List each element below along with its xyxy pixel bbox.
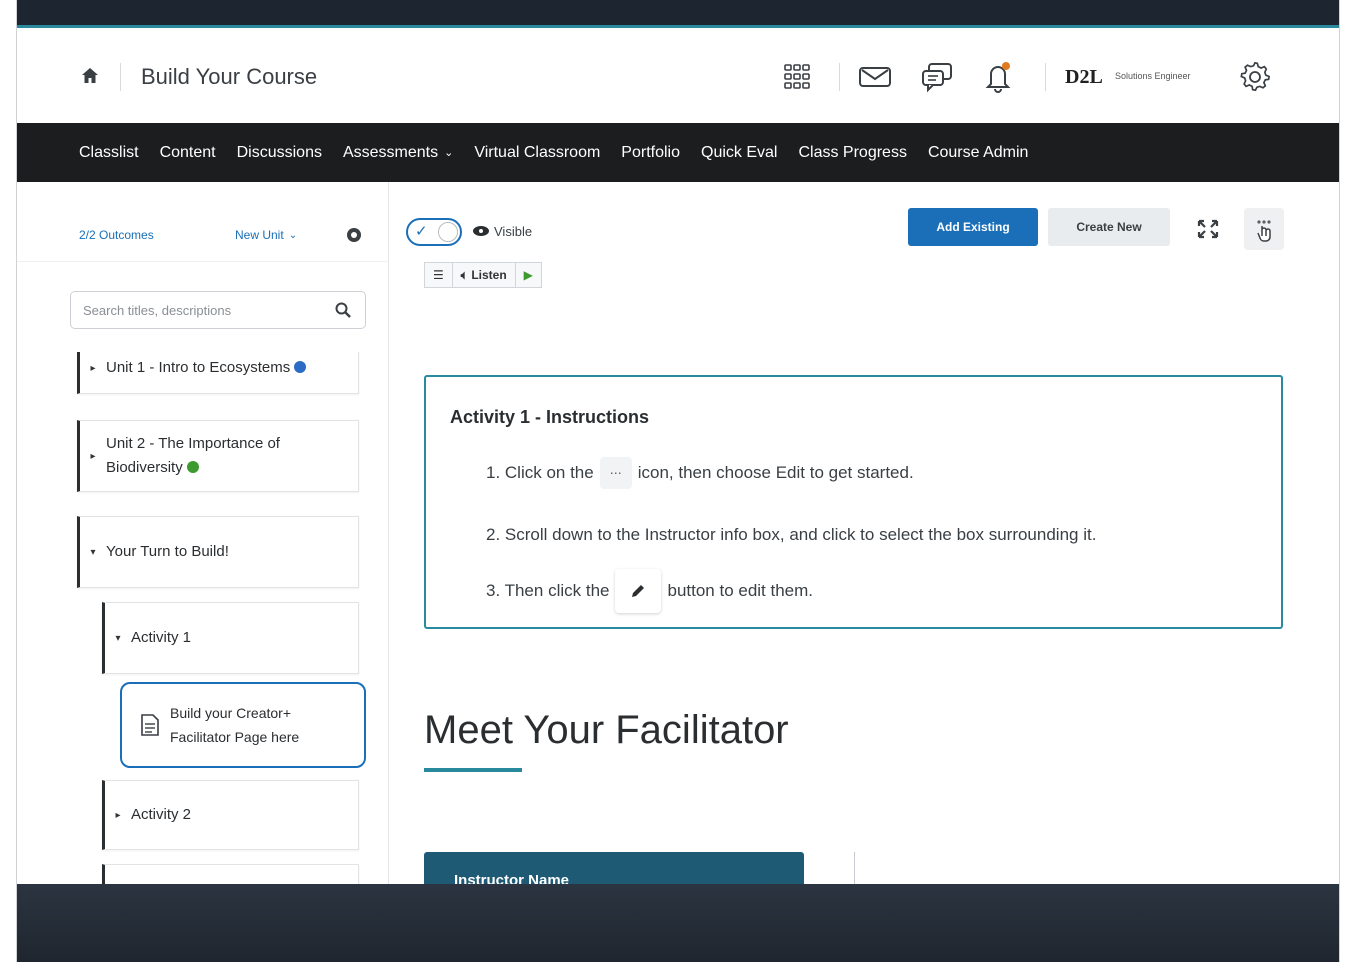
heading-underline	[424, 768, 522, 772]
tree-item-label: Unit 1 - Intro to Ecosystems	[106, 356, 307, 380]
check-icon: ✓	[415, 223, 428, 240]
collapse-arrow-icon[interactable]: ▾	[105, 633, 131, 644]
eye-icon	[472, 224, 490, 238]
nav-classlist[interactable]: Classlist	[79, 144, 139, 162]
tree-item-label: Activity 2	[131, 806, 192, 823]
instructions-title: Activity 1 - Instructions	[450, 407, 650, 427]
nav-discussions[interactable]: Discussions	[237, 144, 322, 162]
step-1-text-after: icon, then choose Edit to get started.	[637, 463, 914, 482]
menu-icon[interactable]: ☰	[425, 263, 453, 287]
chat-icon[interactable]	[917, 57, 957, 97]
mail-icon[interactable]	[855, 57, 895, 97]
instruction-step-3: 3. Then click the button to edit them.	[486, 569, 813, 613]
video-bottom-overlay	[17, 884, 1339, 962]
nav-content[interactable]: Content	[160, 144, 216, 162]
new-unit-button[interactable]: New Unit ⌄	[235, 228, 297, 242]
step-3-text-before: 3. Then click the	[486, 581, 610, 600]
fullscreen-icon[interactable]	[1196, 218, 1220, 240]
speaker-icon: 🔈︎	[460, 267, 468, 282]
header-divider	[120, 63, 121, 91]
course-header: Build Your Course D2L Solutions Engineer	[17, 31, 1339, 123]
chevron-down-icon: ⌄	[288, 229, 298, 241]
globe-icon	[294, 361, 307, 373]
home-icon[interactable]	[79, 65, 101, 87]
more-options-icon	[1257, 220, 1271, 242]
tree-item-your-turn[interactable]: ▾ Your Turn to Build!	[77, 516, 359, 588]
user-role[interactable]: Solutions Engineer	[1115, 71, 1191, 81]
play-icon[interactable]: ▶	[516, 263, 541, 287]
header-divider	[839, 63, 840, 91]
chevron-down-icon: ⌄	[444, 147, 454, 159]
expand-arrow-icon[interactable]: ▸	[80, 363, 106, 374]
read-aloud-bar: ☰ 🔈︎ Listen ▶	[424, 262, 542, 288]
nav-assessments-label: Assessments	[342, 143, 439, 161]
visibility-label: Visible	[494, 224, 533, 239]
step-3-text-after: button to edit them.	[667, 581, 814, 600]
brand-logo[interactable]: D2L	[1065, 66, 1103, 89]
tree-item-label: Your Turn to Build!	[106, 543, 229, 560]
tree-item-activity-2[interactable]: ▸ Activity 2	[102, 780, 359, 850]
unit-1-label: Unit 1 - Intro to Ecosystems	[106, 359, 291, 376]
add-existing-button[interactable]: Add Existing	[908, 208, 1038, 246]
ellipsis-icon: ⋯	[599, 457, 632, 489]
pencil-icon	[615, 569, 662, 613]
nav-course-admin[interactable]: Course Admin	[928, 144, 1029, 162]
search-icon[interactable]	[333, 300, 353, 320]
document-icon	[140, 713, 160, 737]
nav-portfolio[interactable]: Portfolio	[621, 144, 680, 162]
listen-button[interactable]: 🔈︎ Listen	[453, 263, 516, 287]
instruction-step-2: 2. Scroll down to the Instructor info bo…	[486, 525, 1097, 544]
more-options-button[interactable]	[1244, 208, 1284, 250]
browser-top-strip	[17, 0, 1339, 28]
nav-class-progress[interactable]: Class Progress	[798, 144, 906, 162]
header-divider	[1045, 63, 1046, 91]
expand-arrow-icon[interactable]: ▸	[105, 810, 131, 821]
collapse-arrow-icon[interactable]: ▾	[80, 547, 106, 558]
facilitator-heading: Meet Your Facilitator	[424, 708, 789, 752]
nav-virtual-classroom[interactable]: Virtual Classroom	[474, 144, 600, 162]
tree-item-facilitator-page[interactable]: Build your Creator+ Facilitator Page her…	[120, 682, 366, 768]
create-new-button[interactable]: Create New	[1048, 208, 1170, 246]
visibility-toggle[interactable]: ✓	[406, 218, 462, 246]
search-field[interactable]	[70, 291, 366, 329]
divider	[854, 852, 855, 884]
tree-item-unit-2[interactable]: ▸ Unit 2 - The Importance of Biodiversit…	[77, 420, 359, 492]
waffle-icon[interactable]	[777, 57, 817, 97]
green-status-icon	[186, 461, 199, 473]
tree-item-next[interactable]	[102, 864, 359, 884]
nav-quick-eval[interactable]: Quick Eval	[701, 144, 777, 162]
bell-icon[interactable]	[978, 57, 1018, 97]
instruction-step-1: 1. Click on the ⋯ icon, then choose Edit…	[486, 457, 914, 489]
outcomes-link[interactable]: 2/2 Outcomes	[79, 228, 154, 242]
tree-item-activity-1[interactable]: ▾ Activity 1	[102, 602, 359, 674]
gear-icon[interactable]	[1235, 57, 1275, 97]
content-sidebar: 2/2 Outcomes New Unit ⌄ ▸ Unit 1 - Intro …	[17, 182, 389, 884]
expand-arrow-icon[interactable]: ▸	[80, 451, 106, 462]
instructions-box[interactable]: Activity 1 - Instructions 1. Click on th…	[424, 375, 1283, 629]
search-input[interactable]	[83, 302, 333, 318]
course-navbar: Classlist Content Discussions Assessment…	[17, 123, 1339, 182]
settings-gear-icon[interactable]	[344, 225, 364, 245]
unit-tree: ▸ Unit 1 - Intro to Ecosystems ▸ Unit 2 …	[17, 352, 389, 884]
step-1-text-before: 1. Click on the	[486, 463, 594, 482]
tree-item-label: Build your Creator+ Facilitator Page her…	[170, 705, 300, 745]
new-unit-label: New Unit	[235, 228, 284, 242]
listen-label: Listen	[471, 268, 507, 282]
course-title[interactable]: Build Your Course	[141, 64, 317, 90]
app-window: Build Your Course D2L Solutions Engineer	[16, 0, 1340, 962]
tree-item-label: Unit 2 - The Importance of Biodiversity	[106, 432, 326, 480]
nav-assessments[interactable]: Assessments ⌄	[343, 144, 453, 162]
tree-item-label: Activity 1	[131, 629, 192, 646]
main-content: ✓ Visible Add Existing Create New ☰ 🔈︎ L…	[390, 182, 1339, 892]
toggle-knob	[438, 222, 458, 242]
sidebar-toolbar: 2/2 Outcomes New Unit ⌄	[17, 182, 389, 262]
tree-item-unit-1[interactable]: ▸ Unit 1 - Intro to Ecosystems	[77, 352, 359, 394]
